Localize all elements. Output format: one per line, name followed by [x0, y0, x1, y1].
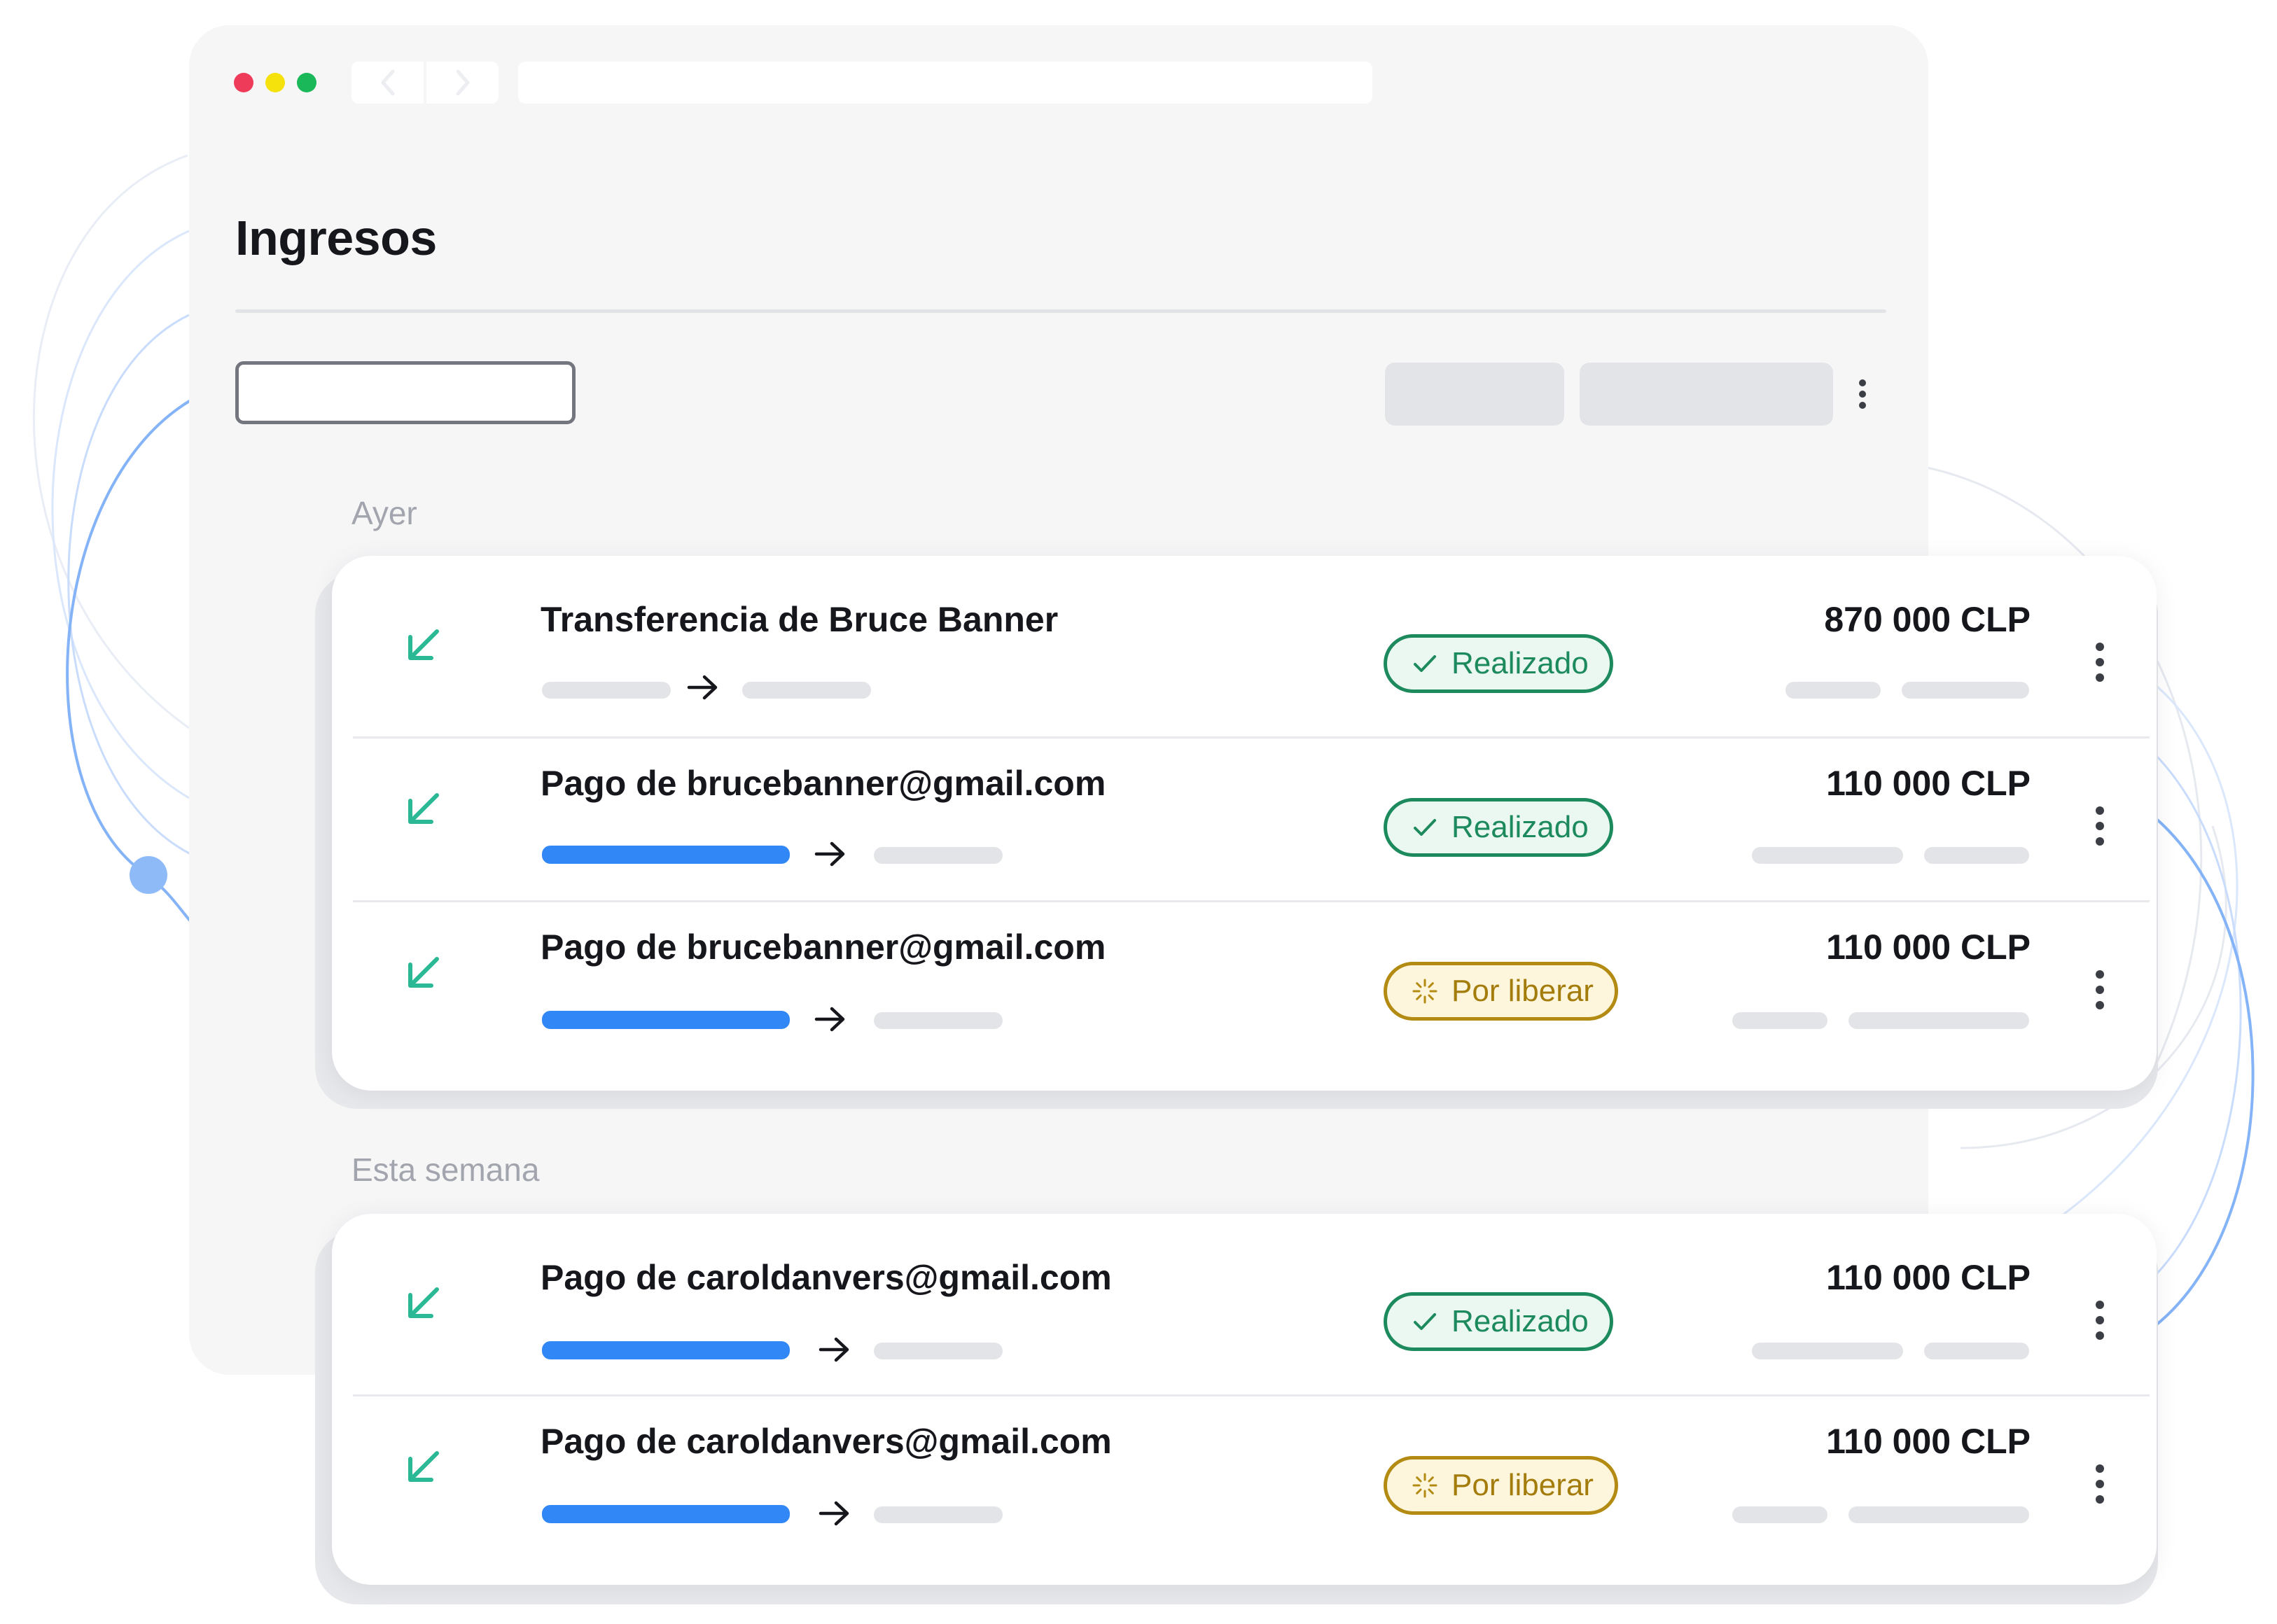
export-button[interactable]	[1580, 363, 1833, 426]
placeholder-bar	[874, 1012, 1003, 1029]
transaction-row[interactable]: Pago de brucebanner@gmail.com Realizado …	[332, 728, 2157, 892]
placeholder-bar	[1732, 1506, 1827, 1523]
status-label: Realizado	[1451, 810, 1589, 844]
transaction-title: Pago de brucebanner@gmail.com	[541, 927, 1106, 967]
progress-bar	[542, 1011, 790, 1029]
placeholder-bar	[874, 1506, 1003, 1523]
arrow-down-left-icon	[408, 1451, 439, 1482]
forward-button[interactable]	[426, 62, 499, 104]
group-label-ayer: Ayer	[351, 495, 417, 531]
placeholder-bar	[1752, 847, 1903, 864]
check-icon	[1414, 819, 1436, 836]
url-bar[interactable]	[518, 62, 1372, 104]
transaction-title: Pago de caroldanvers@gmail.com	[541, 1422, 1112, 1461]
transaction-amount: 110 000 CLP	[1826, 1258, 2031, 1297]
toolbar-more-button[interactable]	[1850, 378, 1875, 410]
window-close-dot[interactable]	[234, 73, 253, 92]
title-divider	[235, 309, 1886, 313]
status-label: Realizado	[1451, 646, 1589, 680]
transaction-amount: 110 000 CLP	[1826, 764, 2031, 803]
transaction-row[interactable]: Pago de caroldanvers@gmail.com Realizado…	[332, 1222, 2157, 1386]
more-vertical-icon[interactable]	[2089, 1463, 2110, 1505]
status-badge: Realizado	[1384, 634, 1613, 693]
transactions-card-ayer: Transferencia de Bruce Banner Realizado …	[332, 556, 2157, 1091]
arrow-right-icon	[814, 1007, 845, 1032]
transaction-amount: 110 000 CLP	[1826, 1422, 2031, 1461]
status-label: Realizado	[1451, 1304, 1589, 1338]
loading-icon	[1412, 979, 1437, 1004]
transaction-amount: 110 000 CLP	[1826, 927, 2031, 967]
arrow-right-icon	[687, 675, 718, 700]
arrow-down-left-icon	[408, 793, 439, 824]
transaction-row[interactable]: Pago de caroldanvers@gmail.com Por liber…	[332, 1386, 2157, 1550]
transactions-card-esta-semana: Pago de caroldanvers@gmail.com Realizado…	[332, 1214, 2157, 1585]
progress-bar	[542, 846, 790, 864]
placeholder-bar	[874, 1343, 1003, 1359]
status-badge: Realizado	[1384, 1292, 1613, 1351]
more-vertical-icon	[1859, 379, 1866, 409]
arrow-down-left-icon	[408, 629, 439, 660]
arrow-right-icon	[814, 841, 845, 867]
check-icon	[1414, 1313, 1436, 1330]
arrow-down-left-icon	[408, 1287, 439, 1318]
placeholder-bar	[1924, 1343, 2029, 1359]
status-label: Por liberar	[1451, 974, 1594, 1008]
placeholder-bar	[1785, 682, 1881, 699]
transaction-row[interactable]: Transferencia de Bruce Banner Realizado …	[332, 564, 2157, 728]
transaction-title: Pago de brucebanner@gmail.com	[541, 764, 1106, 803]
progress-bar	[542, 1341, 790, 1359]
group-label-esta-semana: Esta semana	[351, 1152, 540, 1188]
placeholder-bar	[1924, 847, 2029, 864]
placeholder-bar	[1732, 1012, 1827, 1029]
chevron-right-icon	[456, 69, 469, 96]
back-button[interactable]	[351, 62, 424, 104]
transaction-title: Transferencia de Bruce Banner	[541, 600, 1059, 639]
placeholder-bar	[1848, 1012, 2029, 1029]
arrow-right-icon	[819, 1501, 849, 1526]
placeholder-bar	[542, 682, 671, 699]
arrow-down-left-icon	[408, 957, 439, 988]
more-vertical-icon[interactable]	[2089, 1299, 2110, 1341]
placeholder-bar	[874, 847, 1003, 864]
check-icon	[1414, 655, 1436, 672]
more-vertical-icon[interactable]	[2089, 969, 2110, 1011]
window-maximize-dot[interactable]	[297, 73, 316, 92]
more-vertical-icon[interactable]	[2089, 805, 2110, 847]
status-badge: Por liberar	[1384, 1456, 1618, 1515]
window-controls	[234, 73, 316, 92]
page-title: Ingresos	[235, 211, 437, 265]
transaction-row[interactable]: Pago de brucebanner@gmail.com Por libera…	[332, 892, 2157, 1056]
placeholder-bar	[1848, 1506, 2029, 1523]
placeholder-bar	[1752, 1343, 1903, 1359]
status-label: Por liberar	[1451, 1468, 1594, 1502]
browser-nav-buttons	[351, 62, 499, 104]
progress-bar	[542, 1505, 790, 1523]
chevron-left-icon	[381, 69, 394, 96]
more-vertical-icon[interactable]	[2089, 641, 2110, 683]
placeholder-bar	[1902, 682, 2029, 699]
search-input[interactable]	[263, 371, 591, 414]
window-minimize-dot[interactable]	[265, 73, 285, 92]
transaction-title: Pago de caroldanvers@gmail.com	[541, 1258, 1112, 1297]
status-badge: Por liberar	[1384, 962, 1618, 1021]
search-box[interactable]	[235, 361, 591, 424]
transaction-amount: 870 000 CLP	[1824, 600, 2031, 639]
placeholder-bar	[742, 682, 871, 699]
arrow-right-icon	[819, 1337, 849, 1362]
status-badge: Realizado	[1384, 798, 1613, 857]
loading-icon	[1412, 1473, 1437, 1498]
filter-button[interactable]	[1385, 363, 1564, 426]
